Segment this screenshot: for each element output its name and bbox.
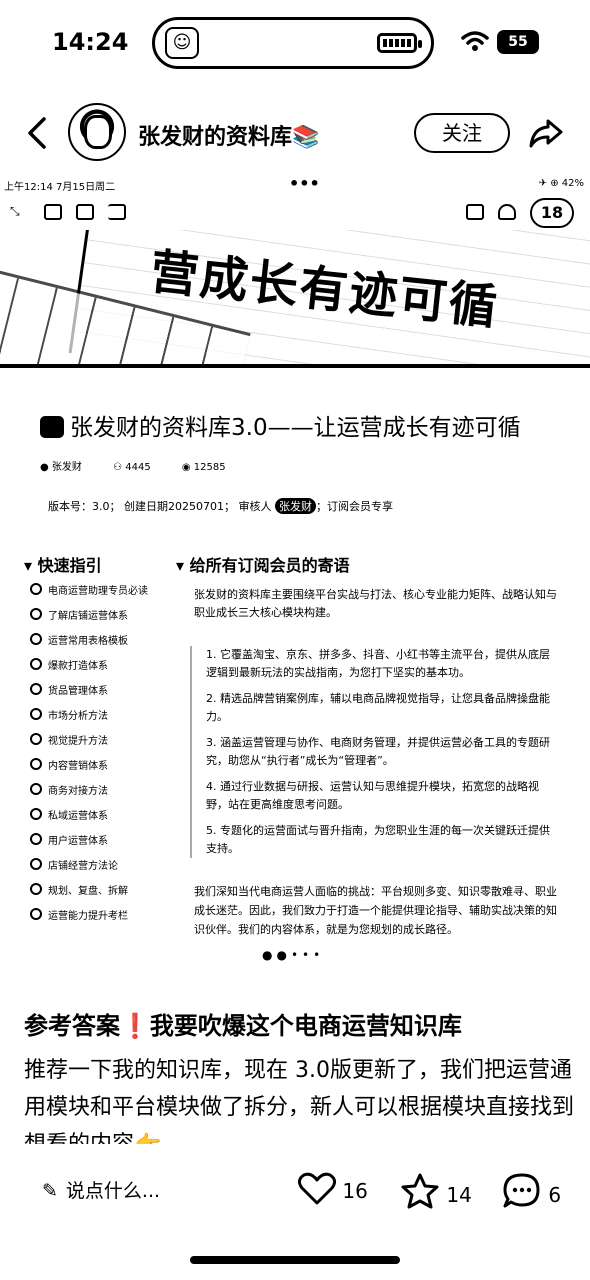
- doc-title: 张发财的资料库3.0——让运营成长有迹可循: [40, 408, 580, 442]
- like-button[interactable]: 16: [297, 1172, 368, 1206]
- subscriber-message: ▾ 给所有订阅会员的寄语 张发财的资料库主要围绕平台实战与打法、核心专业能力矩阵…: [176, 552, 560, 939]
- comment-count: 6: [548, 1183, 562, 1207]
- wifi-icon: [461, 31, 489, 51]
- toc-item[interactable]: 用户运营体系: [24, 832, 194, 857]
- inner-toolbar: ⤡ 18: [0, 198, 590, 230]
- list-item: 4. 通过行业数据与研报、运营认知与思维提升模块，拓宽您的战略视野，站在更高维度…: [206, 780, 539, 811]
- inner-status-bar: 上午12:14 7月15日周二 ••• ✈ ⊕ 42%: [4, 174, 584, 193]
- toc-item[interactable]: 爆款打造体系: [24, 657, 194, 682]
- intro-paragraph: 张发财的资料库主要围绕平台实战与打法、核心专业能力矩阵、战略认知与职业成长三大核…: [194, 588, 557, 619]
- follow-button[interactable]: 关注: [414, 113, 510, 153]
- toc-item[interactable]: 电商运营助理专员必读: [24, 582, 194, 607]
- author-name[interactable]: 张发财的资料库📚: [138, 119, 319, 151]
- battery-level: 55: [497, 30, 539, 54]
- toc-item[interactable]: 规划、复盘、拆解: [24, 882, 194, 907]
- heart-icon: [297, 1172, 337, 1205]
- toc-item[interactable]: 店铺经营方法论: [24, 857, 194, 882]
- app-icon: ☺: [165, 27, 199, 59]
- notification-badge: 18: [530, 198, 574, 228]
- toc-item[interactable]: 了解店铺运营体系: [24, 607, 194, 632]
- list-item: 3. 涵盖运营管理与协作、电商财务管理，并提供运营必备工具的专题研究，助您从“执…: [206, 736, 550, 767]
- dynamic-island: ☺: [152, 17, 434, 69]
- toc-item[interactable]: 货品管理体系: [24, 682, 194, 707]
- toc-item[interactable]: 商务对接方法: [24, 782, 194, 807]
- collapse-icon: ⤡: [10, 204, 20, 218]
- status-time: 14:24: [52, 28, 129, 56]
- version-info: 版本号：3.0； 创建日期20250701； 审核人 张发财 ；订阅会员专享: [48, 498, 393, 514]
- charging-battery-icon: [377, 33, 422, 53]
- reviewer-tag: 张发财: [274, 498, 316, 514]
- toc-item[interactable]: 私域运营体系: [24, 807, 194, 832]
- content-heading: ▾ 给所有订阅会员的寄语: [176, 556, 350, 575]
- banner-image: 营成长有迹可循: [0, 230, 590, 368]
- status-bar: 14:24 ☺ 55: [0, 0, 590, 90]
- star-icon: [401, 1173, 439, 1209]
- copy-icon: [44, 204, 62, 220]
- toc-item[interactable]: 视觉提升方法: [24, 732, 194, 757]
- feature-list: 1. 它覆盖淘宝、京东、拼多多、抖音、小红书等主流平台，提供从底层逻辑到最新玩法…: [190, 646, 560, 858]
- comment-input[interactable]: ✎ 说点什么...: [42, 1176, 160, 1203]
- comment-button[interactable]: 6: [502, 1172, 561, 1210]
- nav-bar: 张发财的资料库📚 关注: [0, 95, 590, 170]
- toc-item[interactable]: 内容营销体系: [24, 757, 194, 782]
- share-icon[interactable]: [528, 115, 564, 151]
- back-arrow-icon[interactable]: [24, 115, 54, 151]
- post-body: 推荐一下我的知识库，现在 3.0版更新了，我们把运营通用模块和平台模块做了拆分，…: [24, 1058, 574, 1144]
- bottom-bar: ✎ 说点什么... 16 14 6: [0, 1160, 590, 1222]
- meta-author: ● 张发财: [40, 462, 82, 473]
- star-count: 14: [446, 1183, 472, 1207]
- collect-button[interactable]: 14: [400, 1172, 472, 1210]
- list-item: 1. 它覆盖淘宝、京东、拼多多、抖音、小红书等主流平台，提供从底层逻辑到最新玩法…: [206, 648, 550, 679]
- home-indicator[interactable]: [190, 1256, 400, 1264]
- doc-logo-icon: [40, 416, 64, 438]
- like-count: 16: [342, 1179, 368, 1203]
- toc-item[interactable]: 运营能力提升考栏: [24, 907, 194, 932]
- comment-bubble-icon: [503, 1173, 540, 1208]
- avatar[interactable]: [68, 103, 126, 161]
- list-item: 2. 精选品牌营销案例库，辅以电商品牌视觉指导，让您具备品牌操盘能力。: [206, 692, 550, 723]
- list-item: 5. 专题化的运营面试与晋升指南，为您职业生涯的每一次关键跃迁提供支持。: [206, 824, 550, 855]
- meta-readers: ⚇ 4445: [113, 462, 151, 473]
- toc-item[interactable]: 运营常用表格模板: [24, 632, 194, 657]
- quick-guide: ▾ 快速指引 电商运营助理专员必读 了解店铺运营体系 运营常用表格模板 爆款打造体系货…: [24, 552, 194, 932]
- list-icon: [108, 204, 126, 220]
- pen-icon: ✎: [42, 1180, 58, 1202]
- comment-icon: [466, 204, 484, 220]
- post-image[interactable]: 上午12:14 7月15日周二 ••• ✈ ⊕ 42% ⤡ 18 营成长有迹可循…: [0, 172, 590, 972]
- bell-icon: [498, 204, 516, 220]
- doc-icon: [76, 204, 94, 220]
- post-title: 参考答案❗我要吹爆这个电商运营知识库: [24, 1012, 462, 1040]
- toc-item[interactable]: 市场分析方法: [24, 707, 194, 732]
- toc-heading: ▾ 快速指引: [24, 556, 102, 575]
- doc-meta: ● 张发财 ⚇ 4445 ◉ 12585: [40, 458, 254, 473]
- outro-paragraph: 我们深知当代电商运营人面临的挑战：平台规则多变、知识零散难寻、职业成长迷茫。因此…: [194, 885, 557, 936]
- meta-views: ◉ 12585: [181, 462, 226, 473]
- image-pager[interactable]: ●●•••: [262, 948, 324, 962]
